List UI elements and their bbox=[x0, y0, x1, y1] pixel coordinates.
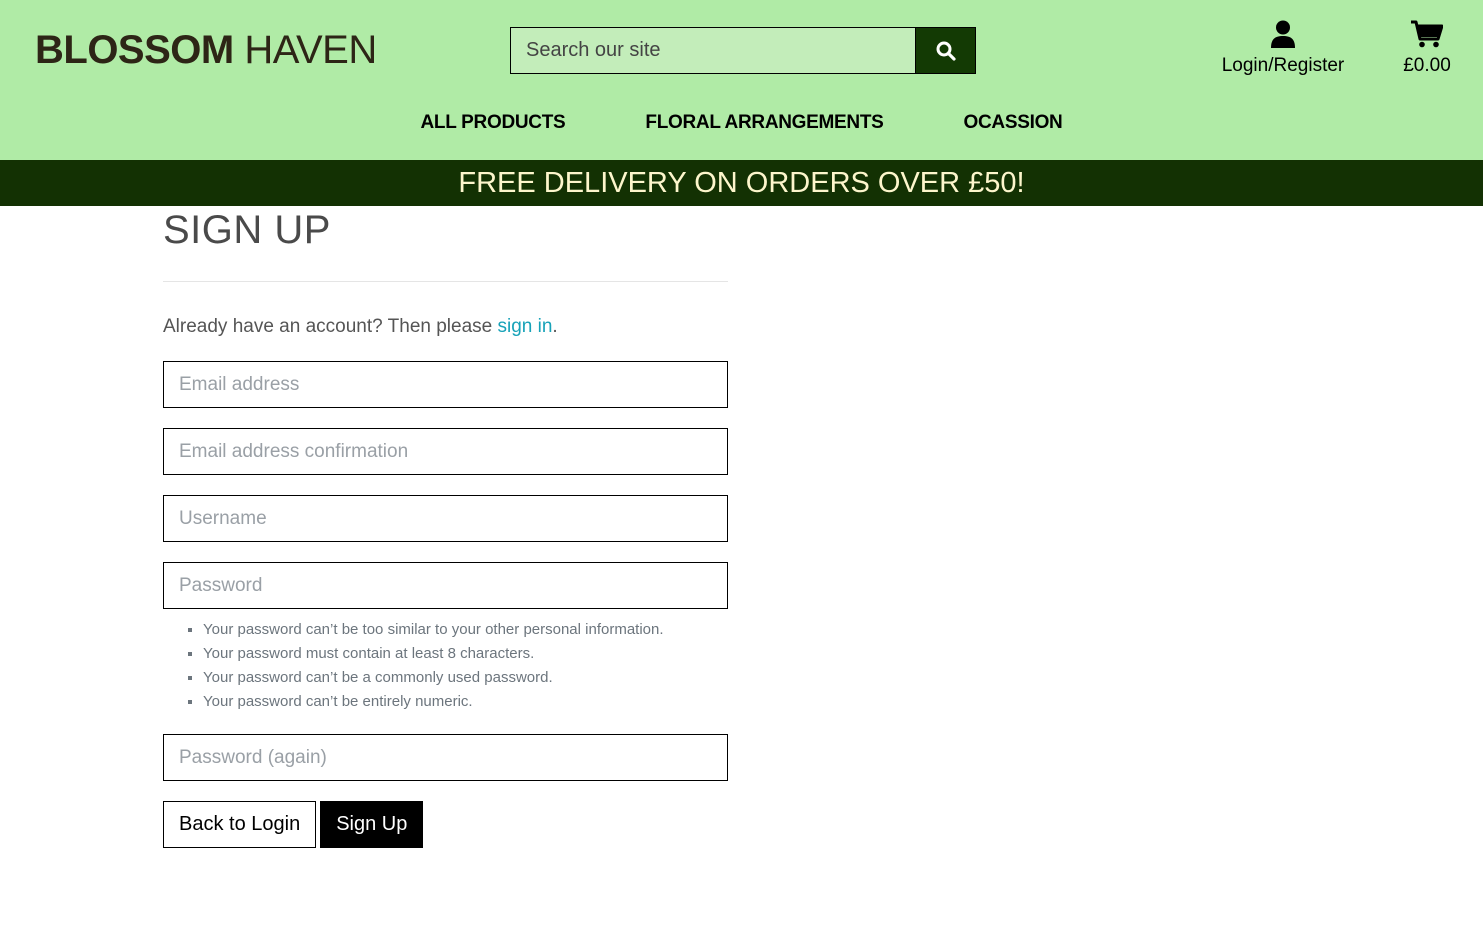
email-confirm-field[interactable] bbox=[163, 428, 728, 475]
search-icon bbox=[936, 41, 956, 61]
signin-link[interactable]: sign in bbox=[498, 316, 553, 337]
account-label: Login/Register bbox=[1221, 55, 1345, 76]
nav-all-products[interactable]: ALL PRODUCTS bbox=[421, 112, 566, 134]
signup-section: SIGN UP Already have an account? Then pl… bbox=[163, 206, 728, 848]
site-logo[interactable]: BLOSSOM HAVEN bbox=[35, 28, 377, 73]
signin-prompt-end: . bbox=[552, 316, 558, 337]
search-form bbox=[510, 27, 976, 74]
password-help-item: Your password can’t be entirely numeric. bbox=[203, 690, 728, 714]
password-field[interactable] bbox=[163, 562, 728, 609]
username-field[interactable] bbox=[163, 495, 728, 542]
logo-bold-text: BLOSSOM bbox=[35, 28, 234, 72]
password-help-item: Your password can’t be a commonly used p… bbox=[203, 666, 728, 690]
cart-total: £0.00 bbox=[1403, 55, 1451, 76]
password-again-field[interactable] bbox=[163, 734, 728, 781]
back-to-login-button[interactable]: Back to Login bbox=[163, 801, 317, 848]
cart-icon bbox=[1411, 20, 1444, 48]
email-field[interactable] bbox=[163, 361, 728, 408]
password-help-item: Your password can’t be too similar to yo… bbox=[203, 618, 728, 642]
search-button[interactable] bbox=[915, 27, 976, 74]
logo-light-text: HAVEN bbox=[244, 28, 377, 72]
sign-up-button[interactable]: Sign Up bbox=[320, 801, 424, 848]
form-actions: Back to Login Sign Up bbox=[163, 801, 728, 848]
divider bbox=[163, 281, 728, 282]
main-nav: ALL PRODUCTS FLORAL ARRANGEMENTS OCASSIO… bbox=[0, 112, 1483, 134]
delivery-banner: FREE DELIVERY ON ORDERS OVER £50! bbox=[0, 160, 1483, 206]
site-header: BLOSSOM HAVEN Login/Register £0.00 ALL P… bbox=[0, 0, 1483, 160]
page-title: SIGN UP bbox=[163, 208, 331, 252]
signin-prompt-text: Already have an account? Then please bbox=[163, 316, 498, 337]
nav-occasion[interactable]: OCASSION bbox=[964, 112, 1063, 134]
password-help-item: Your password must contain at least 8 ch… bbox=[203, 642, 728, 666]
cart-link[interactable]: £0.00 bbox=[1392, 20, 1462, 77]
search-input[interactable] bbox=[510, 27, 915, 74]
account-link[interactable]: Login/Register bbox=[1210, 20, 1356, 77]
nav-floral-arrangements[interactable]: FLORAL ARRANGEMENTS bbox=[645, 112, 883, 134]
password-help-list: Your password can’t be too similar to yo… bbox=[163, 618, 728, 714]
signin-prompt: Already have an account? Then please sig… bbox=[163, 316, 728, 338]
user-icon bbox=[1271, 20, 1295, 48]
